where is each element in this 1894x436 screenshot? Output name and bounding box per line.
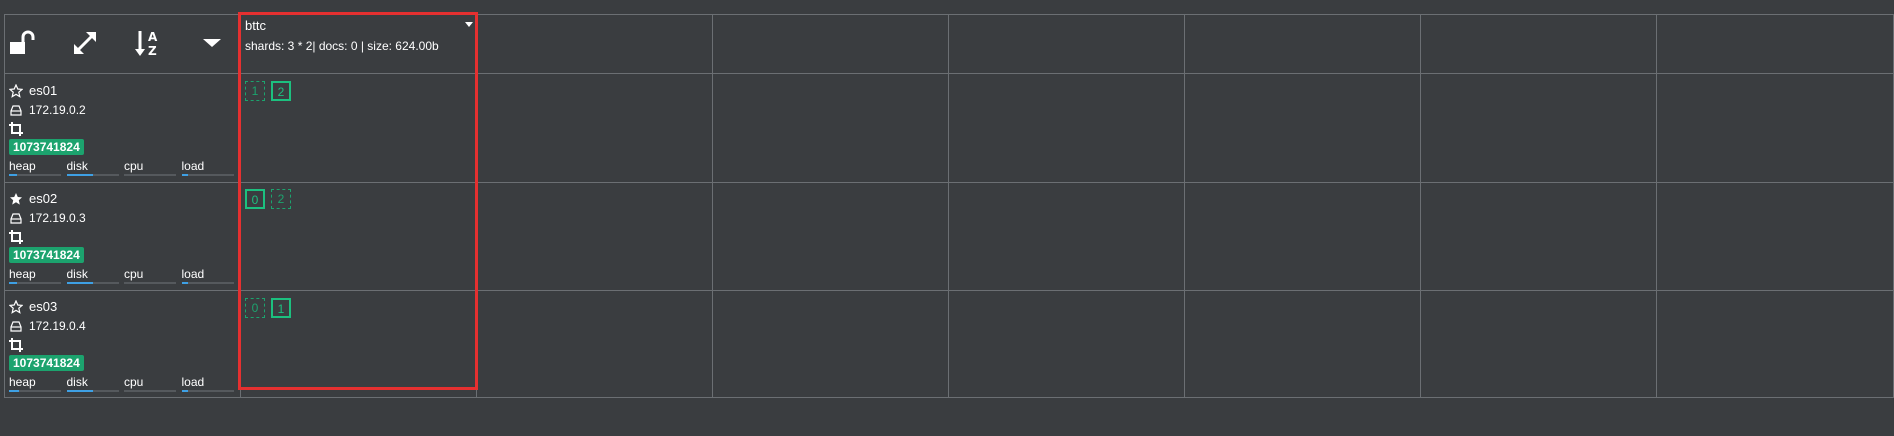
memory-badge: 1073741824 — [9, 355, 84, 371]
node-cell: es02 172.19.0.3 1073741824 heap disk cpu… — [9, 189, 239, 284]
stat-bar-fill — [181, 174, 188, 176]
stat-bar-fill — [9, 174, 17, 176]
stat-disk: disk — [66, 375, 125, 392]
shard-box[interactable]: 0 — [245, 298, 265, 318]
stat-disk: disk — [66, 159, 125, 176]
caret-down-icon[interactable] — [198, 28, 228, 58]
hard-drive-icon — [9, 319, 23, 333]
grid-divider — [712, 14, 713, 398]
stat-disk: disk — [66, 267, 125, 284]
stat-heap: heap — [9, 159, 67, 176]
grid-divider — [948, 14, 949, 398]
shard-box[interactable]: 1 — [271, 298, 291, 318]
svg-text:A: A — [148, 30, 158, 44]
hard-drive-icon — [9, 211, 23, 225]
node-stats: heap disk cpu load — [9, 159, 239, 176]
node-ip: 172.19.0.2 — [29, 102, 86, 117]
grid-divider — [4, 14, 1894, 15]
grid-divider — [4, 290, 1894, 291]
stat-bar-fill — [9, 390, 20, 392]
star-outline-icon — [8, 299, 24, 314]
node-stats: heap disk cpu load — [9, 267, 239, 284]
star-outline-icon — [8, 83, 24, 98]
memory-badge: 1073741824 — [9, 139, 84, 155]
index-name[interactable]: bttc — [245, 18, 475, 33]
star-filled-icon — [9, 192, 23, 206]
shard-box[interactable]: 2 — [271, 189, 291, 209]
stat-load: load — [181, 375, 240, 392]
stat-cpu: cpu — [124, 267, 182, 284]
node-ip: 172.19.0.3 — [29, 210, 86, 225]
memory-badge: 1073741824 — [9, 247, 84, 263]
stat-load: load — [181, 159, 240, 176]
stat-bar-fill — [181, 390, 188, 392]
node-stats: heap disk cpu load — [9, 375, 239, 392]
index-meta: shards: 3 * 2| docs: 0 | size: 624.00b — [245, 39, 439, 53]
stat-cpu: cpu — [124, 375, 182, 392]
grid-divider — [1656, 14, 1657, 398]
grid-divider — [1420, 14, 1421, 398]
node-name[interactable]: es03 — [29, 299, 57, 314]
stat-load: load — [181, 267, 240, 284]
grid-divider — [476, 14, 477, 398]
grid-divider — [4, 397, 1894, 398]
hard-drive-icon — [9, 103, 23, 117]
sort-az-icon[interactable]: AZ — [134, 28, 164, 58]
stat-bar-fill — [9, 282, 17, 284]
grid-divider — [1184, 14, 1185, 398]
stat-heap: heap — [9, 267, 67, 284]
node-name[interactable]: es02 — [29, 191, 57, 206]
node-cell: es03 172.19.0.4 1073741824 heap disk cpu… — [8, 297, 239, 392]
stat-bar-fill — [66, 282, 93, 284]
crop-icon — [9, 229, 23, 244]
crop-icon — [9, 337, 23, 352]
node-cell: es01 172.19.0.2 1073741824 heap disk cpu… — [8, 81, 239, 176]
index-header[interactable]: bttc shards: 3 * 2| docs: 0 | size: 624.… — [245, 18, 475, 53]
grid-divider — [4, 14, 5, 398]
node-name[interactable]: es01 — [29, 83, 57, 98]
expand-icon[interactable] — [70, 28, 100, 58]
crop-icon — [9, 121, 23, 136]
grid-divider — [4, 182, 1894, 183]
grid-divider — [240, 14, 241, 398]
shard-box[interactable]: 0 — [245, 189, 265, 209]
index-menu-caret-icon[interactable] — [465, 22, 473, 27]
node-ip: 172.19.0.4 — [29, 318, 86, 333]
stat-heap: heap — [9, 375, 67, 392]
svg-text:Z: Z — [148, 44, 157, 58]
stat-cpu: cpu — [124, 159, 182, 176]
grid-divider — [4, 73, 1894, 74]
stat-bar-fill — [66, 174, 93, 176]
shard-box[interactable]: 1 — [245, 81, 265, 101]
stat-bar-fill — [181, 282, 188, 284]
stat-bar-fill — [66, 390, 93, 392]
shard-box[interactable]: 2 — [271, 81, 291, 101]
unlock-icon[interactable] — [8, 28, 38, 58]
